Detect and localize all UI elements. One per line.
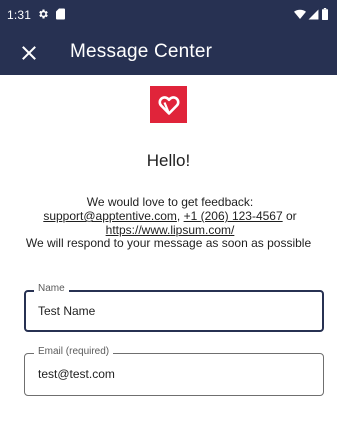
name-field-label: Name xyxy=(34,283,69,294)
page-title: Message Center xyxy=(70,41,213,62)
close-icon[interactable] xyxy=(18,42,40,64)
status-bar: 1:31 xyxy=(0,0,337,30)
feedback-text: We would love to get feedback: support@a… xyxy=(20,195,320,237)
respond-text: We will respond to your message as soon … xyxy=(25,236,312,250)
email-input[interactable] xyxy=(38,367,308,381)
support-email-link[interactable]: support@apptentive.com xyxy=(43,209,177,223)
feedback-prefix: We would love to get feedback: xyxy=(86,195,254,209)
sd-card-icon xyxy=(56,8,65,20)
app-logo xyxy=(150,86,187,123)
greeting-heading: Hello! xyxy=(146,151,191,170)
battery-icon xyxy=(322,8,328,20)
name-field[interactable]: Name xyxy=(24,283,324,332)
name-input[interactable] xyxy=(38,304,308,318)
email-field[interactable]: Email (required) xyxy=(24,346,324,396)
status-time: 1:31 xyxy=(7,8,32,22)
email-field-label: Email (required) xyxy=(34,346,114,357)
website-link[interactable]: https://www.lipsum.com/ xyxy=(106,223,235,237)
wifi-icon xyxy=(294,9,306,19)
feedback-or: or xyxy=(282,209,297,223)
feedback-separator: , xyxy=(176,209,184,223)
phone-link[interactable]: +1 (206) 123-4567 xyxy=(184,209,283,223)
app-bar: Message Center xyxy=(0,30,337,75)
settings-gear-icon xyxy=(39,9,48,19)
cell-signal-icon xyxy=(308,9,319,20)
heart-logo-icon xyxy=(158,95,179,115)
